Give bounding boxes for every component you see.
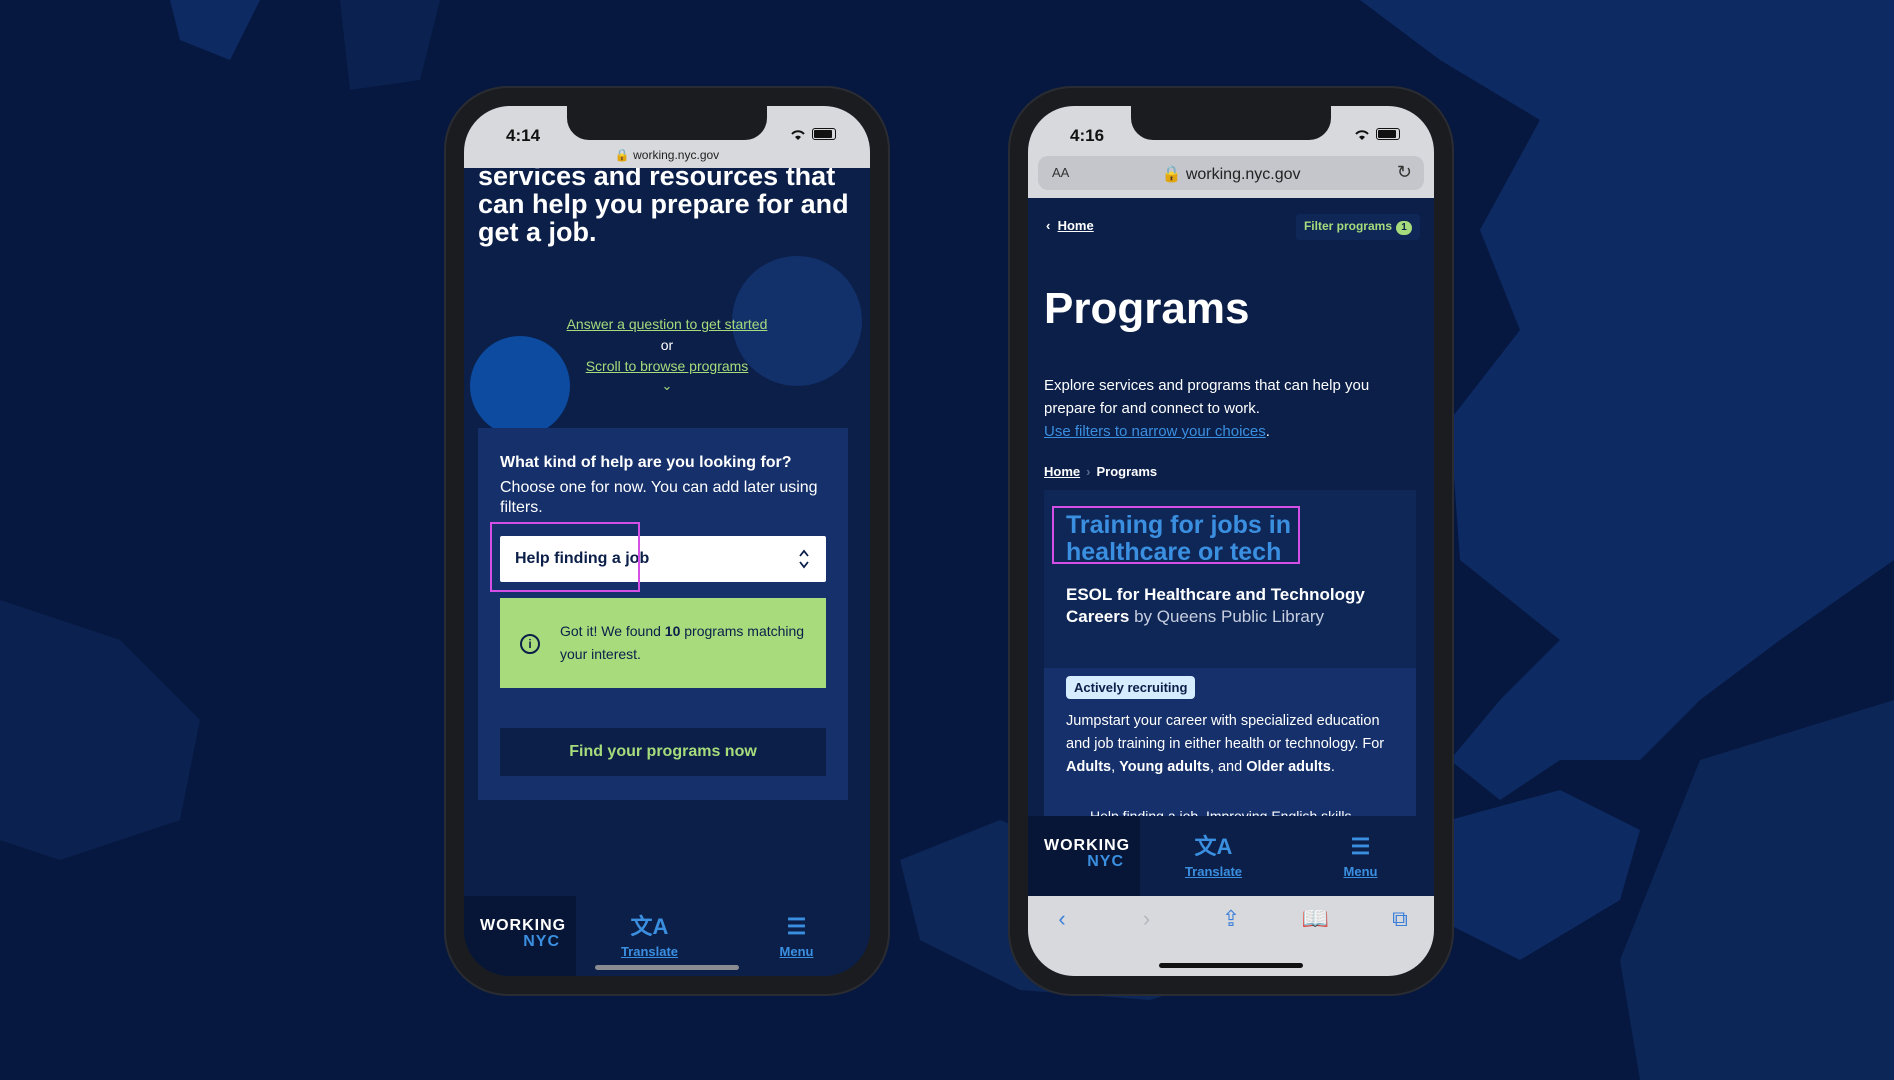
home-indicator — [595, 965, 739, 970]
or-text: or — [660, 337, 674, 353]
working-nyc-logo[interactable]: WORKING NYC — [1028, 816, 1140, 896]
url-text: working.nyc.gov — [1185, 166, 1301, 183]
phone-notch — [1131, 106, 1331, 140]
scroll-link-wrap: Scroll to browse programs — [464, 358, 870, 374]
filter-programs-button[interactable]: Filter programs 1 — [1295, 214, 1420, 240]
phone-mockup-left: 4:14 🔒 working.nyc.gov services and reso… — [444, 86, 890, 996]
chevron-down-icon[interactable]: ⌄ — [464, 378, 870, 394]
question-subtext: Choose one for now. You can add later us… — [500, 479, 818, 516]
filter-count-badge: 1 — [1396, 221, 1412, 235]
status-time: 4:14 — [506, 126, 541, 145]
hero-text: services and resources that can help you… — [478, 161, 849, 247]
page-title: Programs — [1044, 284, 1250, 333]
lock-icon: 🔒 — [1161, 166, 1182, 183]
phone-screen: 4:14 🔒 working.nyc.gov services and reso… — [464, 106, 870, 976]
question-heading: What kind of help are you looking for? — [500, 454, 792, 471]
answer-question-link-wrap: Answer a question to get started — [464, 316, 870, 332]
background-map — [0, 0, 1894, 1080]
scroll-browse-link[interactable]: Scroll to browse programs — [586, 358, 749, 374]
page-description: Explore services and programs that can h… — [1044, 377, 1370, 440]
url-label[interactable]: 🔒 working.nyc.gov — [464, 148, 870, 162]
battery-icon — [812, 128, 836, 140]
answer-question-link[interactable]: Answer a question to get started — [567, 316, 768, 332]
lock-icon: 🔒 — [614, 148, 630, 162]
wifi-icon — [790, 128, 806, 140]
status-badge: Actively recruiting — [1066, 676, 1196, 699]
back-home-link[interactable]: ‹ Home — [1046, 218, 1094, 233]
bottom-nav: WORKING NYC 文A Translate ☰ Menu — [464, 896, 870, 976]
battery-icon — [1376, 128, 1400, 140]
address-bar[interactable]: AA 🔒 working.nyc.gov ↻ — [1038, 156, 1424, 190]
phone-mockup-right: 4:16 AA 🔒 working.nyc.gov ↻ ‹ Home Filte… — [1008, 86, 1454, 996]
notice-text: Got it! We found 10 programs matching yo… — [560, 623, 805, 662]
highlight-box — [490, 522, 640, 592]
result-notice: i Got it! We found 10 programs matching … — [500, 598, 826, 688]
translate-icon: 文A — [1194, 834, 1233, 859]
program-description: Jumpstart your career with specialized e… — [1066, 713, 1385, 775]
find-programs-button[interactable]: Find your programs now — [500, 728, 826, 776]
translate-button[interactable]: 文A Translate — [576, 896, 723, 976]
breadcrumb-current: Programs — [1096, 464, 1158, 479]
hamburger-menu-icon: ☰ — [786, 914, 807, 939]
reload-icon[interactable]: ↻ — [1397, 162, 1412, 183]
back-arrow-icon[interactable]: ‹ — [1042, 906, 1082, 976]
select-chevron-icon — [799, 549, 809, 569]
phone-screen: 4:16 AA 🔒 working.nyc.gov ↻ ‹ Home Filte… — [1028, 106, 1434, 976]
highlight-box — [1052, 506, 1300, 564]
use-filters-link[interactable]: Use filters to narrow your choices — [1044, 423, 1266, 440]
translate-button[interactable]: 文A Translate — [1140, 816, 1287, 896]
translate-icon: 文A — [630, 914, 669, 939]
url-text: working.nyc.gov — [633, 148, 720, 162]
breadcrumb: Home › Programs — [1044, 464, 1158, 479]
working-nyc-logo[interactable]: WORKING NYC — [464, 896, 576, 976]
info-icon: i — [520, 634, 540, 654]
hamburger-menu-icon: ☰ — [1350, 834, 1371, 859]
tabs-icon[interactable]: ⧉ — [1380, 906, 1420, 976]
phone-notch — [567, 106, 767, 140]
bottom-nav: WORKING NYC 文A Translate ☰ Menu — [1028, 816, 1434, 896]
breadcrumb-home[interactable]: Home — [1044, 464, 1080, 479]
home-indicator — [1159, 963, 1303, 968]
menu-button[interactable]: ☰ Menu — [1287, 816, 1434, 896]
chevron-left-icon: ‹ — [1046, 218, 1051, 233]
wifi-icon — [1354, 128, 1370, 140]
status-time: 4:16 — [1070, 126, 1105, 145]
program-name[interactable]: ESOL for Healthcare and Technology Caree… — [1066, 584, 1386, 628]
menu-button[interactable]: ☰ Menu — [723, 896, 870, 976]
help-question-card: What kind of help are you looking for? C… — [478, 428, 848, 800]
